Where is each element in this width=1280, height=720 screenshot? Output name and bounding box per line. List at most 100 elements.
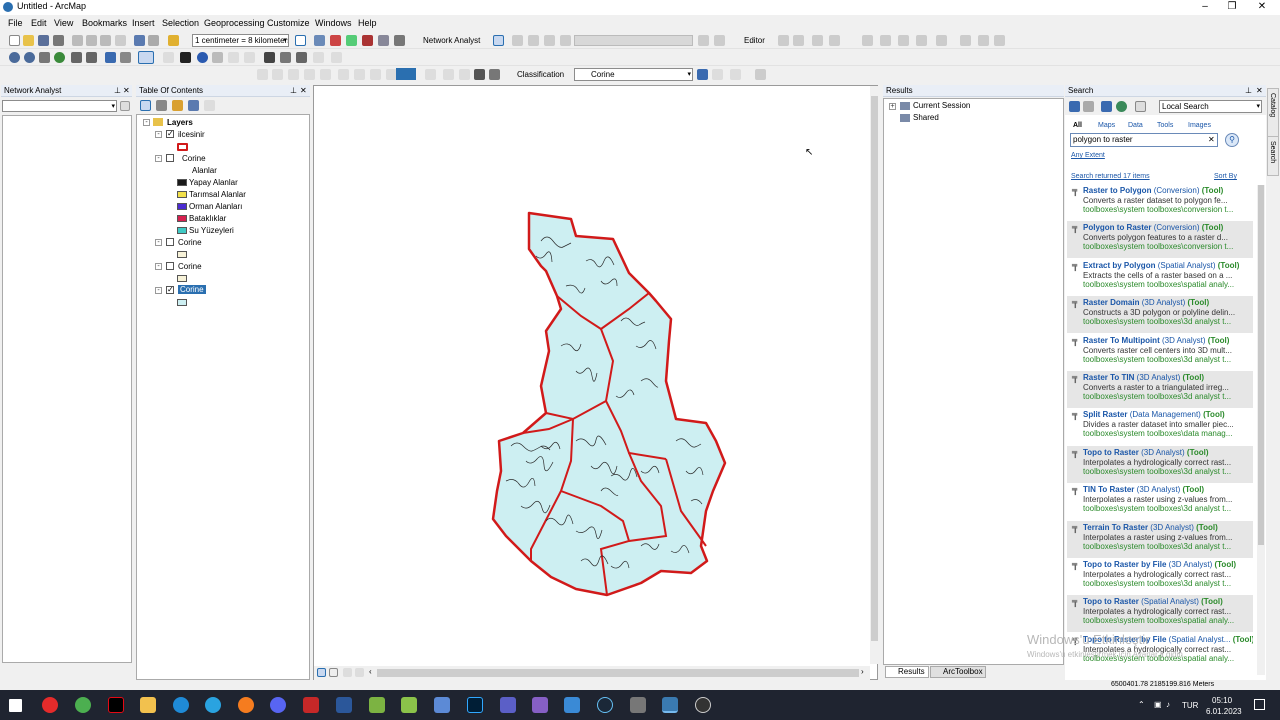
search-options-icon[interactable] [1135, 101, 1146, 112]
copy-icon[interactable] [86, 35, 97, 46]
search-pin-icon[interactable]: ⊥ [1245, 85, 1252, 97]
toc-options-icon[interactable] [204, 100, 215, 111]
paste-icon[interactable] [100, 35, 111, 46]
expand-layer-3-icon[interactable]: - [155, 263, 162, 270]
close-button[interactable]: ✕ [1242, 0, 1280, 15]
class-swatch-su[interactable] [177, 227, 187, 234]
pin-icon[interactable]: ⊥ [114, 85, 121, 97]
language-indicator[interactable]: TUR [1182, 701, 1198, 710]
network-window-icon[interactable] [493, 35, 504, 46]
list-by-visibility-icon[interactable] [172, 100, 183, 111]
layer-4-checkbox[interactable]: ✓ [166, 286, 174, 294]
filter-images[interactable]: Images [1188, 122, 1211, 129]
map-view[interactable]: ↖ ‹ › [313, 85, 879, 680]
notification-icon[interactable] [1254, 699, 1265, 710]
menu-geoprocessing[interactable]: Geoprocessing [204, 18, 265, 28]
search-result-name[interactable]: Raster Domain (3D Analyst) (Tool) [1083, 298, 1209, 307]
fixed-zoom-out-icon[interactable] [86, 52, 97, 63]
expand-layer-2-icon[interactable]: - [155, 239, 162, 246]
find-route-icon[interactable] [280, 52, 291, 63]
build-network-icon[interactable] [698, 35, 709, 46]
search-result-item[interactable]: Terrain To Raster (3D Analyst) (Tool) Int… [1067, 520, 1253, 558]
search-go-icon[interactable]: ⚲ [1225, 133, 1239, 147]
page-setup-icon[interactable] [443, 69, 454, 80]
scroll-left-icon[interactable]: ‹ [369, 667, 372, 676]
search-result-item[interactable]: Topo to Raster by File (3D Analyst) (Too… [1067, 558, 1253, 595]
search-result-name[interactable]: Extract by Polygon (Spatial Analyst) (To… [1083, 261, 1239, 270]
sort-by[interactable]: Sort By [1214, 173, 1237, 180]
layout-combo-icon[interactable] [425, 69, 436, 80]
results-shared[interactable]: Shared [913, 113, 939, 122]
arctoolbox-tab[interactable]: ArcToolbox [930, 666, 986, 678]
network-tool-icon[interactable] [394, 35, 405, 46]
opera-icon[interactable] [42, 697, 58, 713]
go-forward-icon[interactable] [120, 52, 131, 63]
search-back-icon[interactable] [1069, 101, 1080, 112]
layer-3-checkbox[interactable] [166, 262, 174, 270]
python-icon[interactable] [362, 35, 373, 46]
firefox-icon[interactable] [238, 697, 254, 713]
filter-data[interactable]: Data [1128, 122, 1143, 129]
layer-1-checkbox[interactable] [166, 154, 174, 162]
taskbar-time[interactable]: 05:10 [1212, 696, 1232, 705]
layer-2-checkbox[interactable] [166, 238, 174, 246]
classification-layer-combo[interactable]: Corine ▾ [574, 68, 693, 81]
menu-bookmarks[interactable]: Bookmarks [82, 18, 127, 28]
search-input[interactable]: polygon to raster ✕ [1070, 133, 1218, 147]
search-result-name[interactable]: Raster To TIN (3D Analyst) (Tool) [1083, 373, 1204, 382]
arctoolbox-icon[interactable] [330, 35, 341, 46]
toc-root-label[interactable]: Layers [167, 118, 193, 127]
reshape-icon[interactable] [862, 35, 873, 46]
search-result-item[interactable]: Raster to Polygon (Conversion) (Tool) Con… [1067, 184, 1253, 221]
zoom-in-icon[interactable] [9, 52, 20, 63]
menu-file[interactable]: File [8, 18, 23, 28]
list-by-source-icon[interactable] [156, 100, 167, 111]
netflix-icon[interactable] [108, 697, 124, 713]
redo-icon[interactable] [148, 35, 159, 46]
clear-selection-icon[interactable] [163, 52, 174, 63]
results-current-session[interactable]: Current Session [913, 101, 970, 110]
expand-layer-4-icon[interactable]: - [155, 287, 162, 294]
search-result-name[interactable]: Raster to Polygon (Conversion) (Tool) [1083, 186, 1223, 195]
zoom-100-icon[interactable] [320, 69, 331, 80]
zoom-whole-page-icon[interactable] [304, 69, 315, 80]
layer-2-symbol[interactable] [177, 251, 187, 258]
layer-0-symbol[interactable] [177, 143, 188, 151]
photoshop-icon[interactable] [467, 697, 483, 713]
zoom-out-icon[interactable] [24, 52, 35, 63]
model-builder-icon[interactable] [378, 35, 389, 46]
delete-icon[interactable] [115, 35, 126, 46]
pan-icon[interactable] [39, 52, 50, 63]
menu-customize[interactable]: Customize [267, 18, 310, 28]
pause-draw-icon[interactable] [355, 668, 364, 677]
teams-icon[interactable] [500, 697, 516, 713]
network-analysis-combo[interactable]: ▾ [2, 100, 117, 112]
list-by-selection-icon[interactable] [188, 100, 199, 111]
layer-0-checkbox[interactable]: ✓ [166, 130, 174, 138]
find-icon[interactable] [264, 52, 275, 63]
menu-selection[interactable]: Selection [162, 18, 199, 28]
go-back-icon[interactable] [105, 52, 116, 63]
taskbar-date[interactable]: 6.01.2023 [1206, 707, 1242, 716]
cut-polygon-icon[interactable] [880, 35, 891, 46]
search-scope-combo[interactable]: Local Search ▾ [1159, 100, 1262, 113]
search-result-name[interactable]: Polygon to Raster (Conversion) (Tool) [1083, 223, 1223, 232]
refresh-view-icon[interactable] [343, 668, 352, 677]
time-slider-icon[interactable] [313, 52, 324, 63]
word-icon[interactable] [336, 697, 352, 713]
export-map-icon[interactable] [474, 69, 485, 80]
editor-menu[interactable]: Editor [744, 36, 765, 45]
search-result-item[interactable]: Topo to Raster (Spatial Analyst) (Tool) I… [1067, 595, 1253, 633]
network-properties-icon[interactable] [120, 101, 130, 111]
layer-3-symbol[interactable] [177, 275, 187, 282]
discord-icon[interactable] [270, 697, 286, 713]
telegram-icon[interactable] [205, 697, 221, 713]
change-layout-icon[interactable] [396, 68, 416, 80]
search-result-item[interactable]: Extract by Polygon (Spatial Analyst) (To… [1067, 259, 1253, 296]
filezilla-icon[interactable] [303, 697, 319, 713]
toggle-draft-icon[interactable] [370, 69, 381, 80]
class-swatch-bataklik[interactable] [177, 215, 187, 222]
sketch-tool-icon[interactable] [812, 35, 823, 46]
layout-back-icon[interactable] [338, 69, 349, 80]
layout-zoom-in-icon[interactable] [257, 69, 268, 80]
